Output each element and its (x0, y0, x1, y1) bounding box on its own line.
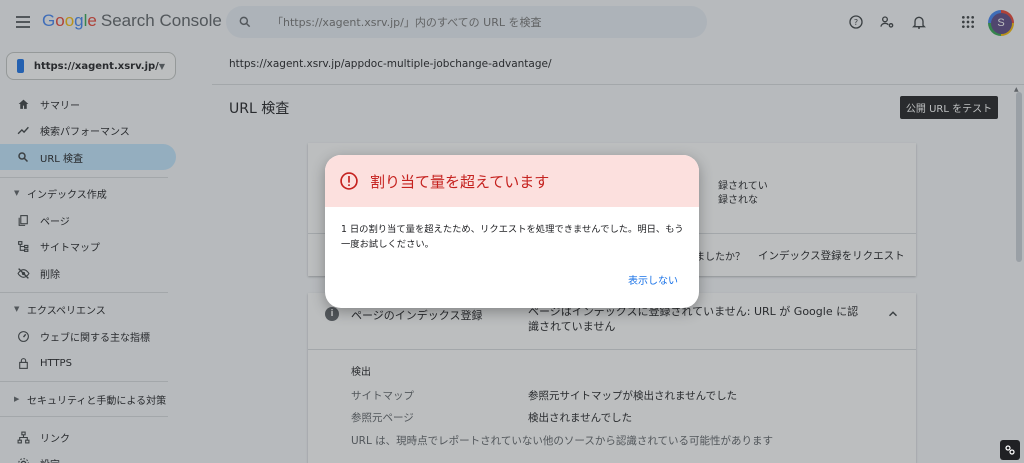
scrollbar-thumb[interactable] (1016, 92, 1022, 262)
quota-exceeded-dialog: 割り当て量を超えています 1 日の割り当て量を超えたため、リクエストを処理できま… (325, 155, 699, 308)
extension-icon[interactable] (1000, 440, 1020, 460)
dialog-title: 割り当て量を超えています (370, 173, 550, 191)
error-icon (340, 172, 358, 190)
dialog-message: 1 日の割り当て量を超えたため、リクエストを処理できませんでした。明日、もう一度… (341, 224, 684, 250)
dialog-header: 割り当て量を超えています (325, 155, 699, 207)
dismiss-button[interactable]: 表示しない (628, 272, 678, 287)
